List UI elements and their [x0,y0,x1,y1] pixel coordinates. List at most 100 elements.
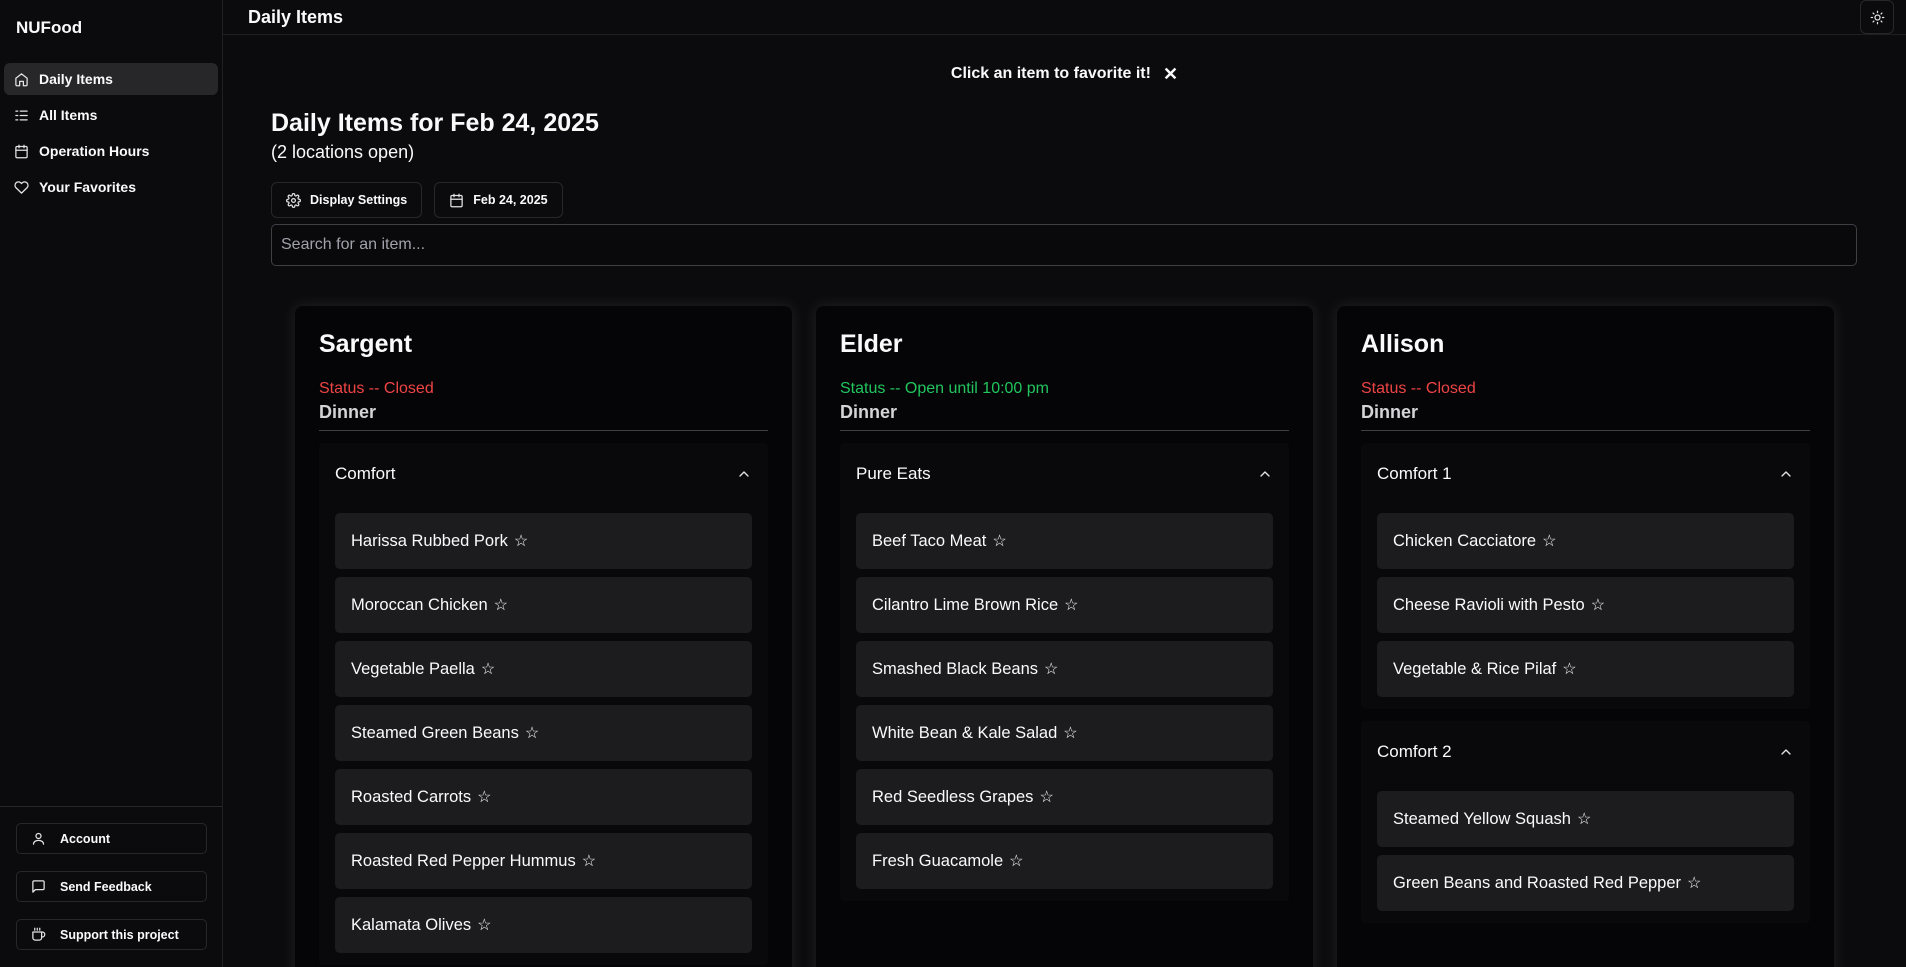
star-icon[interactable]: ☆ [1044,659,1058,679]
food-item[interactable]: Kalamata Olives ☆ [335,897,752,953]
star-icon[interactable]: ☆ [582,851,596,871]
date-picker-button[interactable]: Feb 24, 2025 [434,182,563,218]
location-status: Status -- Closed [319,380,434,397]
close-icon[interactable]: ✕ [1163,65,1178,83]
sidebar-item-all-items[interactable]: All Items [4,99,218,131]
item-list: Steamed Yellow Squash ☆ Green Beans and Ro… [1377,783,1794,923]
food-item[interactable]: Moroccan Chicken ☆ [335,577,752,633]
brand-logo[interactable]: NUFood [0,0,222,56]
star-icon[interactable]: ☆ [477,787,491,807]
locations-open-count: (2 locations open) [271,142,415,162]
location-cards: Sargent Status -- Closed Dinner Comfort Hari… [295,306,1858,967]
location-status: Status -- Closed [1361,380,1476,397]
food-item-label: Beef Taco Meat [872,531,987,550]
star-icon[interactable]: ☆ [1591,595,1605,615]
sidebar-item-label: Your Favorites [39,179,136,195]
star-icon[interactable]: ☆ [1064,595,1078,615]
food-item[interactable]: Steamed Yellow Squash ☆ [1377,791,1794,847]
food-item[interactable]: Red Seedless Grapes ☆ [856,769,1273,825]
food-item-label: Fresh Guacamole [872,851,1004,870]
food-item[interactable]: Smashed Black Beans ☆ [856,641,1273,697]
food-item[interactable]: Green Beans and Roasted Red Pepper ☆ [1377,855,1794,911]
main-area: Daily Items Click an item to favorite it… [223,0,1906,967]
sidebar-item-daily-items[interactable]: Daily Items [4,63,218,95]
top-bar: Daily Items [223,0,1906,35]
food-item-label: Cheese Ravioli with Pesto [1393,595,1585,614]
star-icon[interactable]: ☆ [1063,723,1077,743]
food-item-label: Roasted Red Pepper Hummus [351,851,576,870]
station-toggle[interactable]: Comfort 2 [1377,721,1794,783]
station-section: Pure Eats Beef Taco Meat ☆ Cilantro Lime Br… [840,443,1289,901]
star-icon[interactable]: ☆ [1687,873,1701,893]
station-name: Pure Eats [856,464,931,483]
star-icon[interactable]: ☆ [481,659,495,679]
food-item[interactable]: Vegetable Paella ☆ [335,641,752,697]
content: Click an item to favorite it! ✕ Daily It… [223,35,1906,967]
location-card-sargent: Sargent Status -- Closed Dinner Comfort Hari… [295,306,792,967]
sidebar: NUFood Daily Items All Items Operation H… [0,0,223,967]
food-item-label: Cilantro Lime Brown Rice [872,595,1059,614]
food-item-label: Roasted Carrots [351,787,472,806]
food-item[interactable]: Roasted Red Pepper Hummus ☆ [335,833,752,889]
star-icon[interactable]: ☆ [1009,851,1023,871]
food-item[interactable]: Chicken Cacciatore ☆ [1377,513,1794,569]
food-item[interactable]: Roasted Carrots ☆ [335,769,752,825]
meal-period: Dinner [319,402,768,431]
food-item-label: Steamed Yellow Squash [1393,809,1571,828]
station-toggle[interactable]: Comfort [335,443,752,505]
chevron-up-icon [739,471,749,477]
star-icon[interactable]: ☆ [1542,531,1556,551]
star-icon[interactable]: ☆ [494,595,508,615]
theme-toggle-button[interactable] [1860,0,1894,34]
location-name: Sargent [319,330,413,358]
display-settings-button[interactable]: Display Settings [271,182,423,218]
send-feedback-label: Send Feedback [60,879,152,894]
food-item-label: Moroccan Chicken [351,595,488,614]
support-project-label: Support this project [60,927,179,942]
daily-items-heading: Daily Items for Feb 24, 2025 [271,109,599,137]
sidebar-nav: Daily Items All Items Operation Hours Yo… [0,56,222,210]
star-icon[interactable]: ☆ [1039,787,1053,807]
food-item[interactable]: Fresh Guacamole ☆ [856,833,1273,889]
star-icon[interactable]: ☆ [514,531,528,551]
coffee-icon [32,927,46,941]
station-section: Comfort 1 Chicken Cacciatore ☆ Cheese Ravio… [1361,443,1810,709]
station-section: Comfort 2 Steamed Yellow Squash ☆ Green Bea… [1361,721,1810,923]
station-toggle[interactable]: Pure Eats [856,443,1273,505]
search-input[interactable] [271,224,1857,266]
sidebar-item-operation-hours[interactable]: Operation Hours [4,135,218,167]
send-feedback-button[interactable]: Send Feedback [16,871,207,902]
account-label: Account [60,831,110,846]
food-item-label: Green Beans and Roasted Red Pepper [1393,873,1682,892]
food-item[interactable]: Beef Taco Meat ☆ [856,513,1273,569]
gear-icon [286,192,301,208]
item-list: Beef Taco Meat ☆ Cilantro Lime Brown Rice ☆… [856,505,1273,901]
account-button[interactable]: Account [16,823,207,854]
food-item-label: White Bean & Kale Salad [872,723,1058,742]
support-project-button[interactable]: Support this project [16,919,207,950]
sidebar-item-your-favorites[interactable]: Your Favorites [4,171,218,203]
star-icon[interactable]: ☆ [477,915,491,935]
food-item[interactable]: White Bean & Kale Salad ☆ [856,705,1273,761]
item-list: Harissa Rubbed Pork ☆ Moroccan Chicken ☆ Veg… [335,505,752,965]
star-icon[interactable]: ☆ [525,723,539,743]
food-item[interactable]: Vegetable & Rice Pilaf ☆ [1377,641,1794,697]
station-name: Comfort [335,464,396,483]
food-item[interactable]: Cilantro Lime Brown Rice ☆ [856,577,1273,633]
star-icon[interactable]: ☆ [1562,659,1576,679]
banner-text: Click an item to favorite it! [950,64,1151,82]
station-toggle[interactable]: Comfort 1 [1377,443,1794,505]
food-item-label: Kalamata Olives [351,915,472,934]
food-item[interactable]: Steamed Green Beans ☆ [335,705,752,761]
food-item[interactable]: Cheese Ravioli with Pesto ☆ [1377,577,1794,633]
item-list: Chicken Cacciatore ☆ Cheese Ravioli with P… [1377,505,1794,709]
home-icon [15,72,28,86]
star-icon[interactable]: ☆ [1577,809,1591,829]
sidebar-item-label: Daily Items [39,71,113,87]
food-item[interactable]: Harissa Rubbed Pork ☆ [335,513,752,569]
star-icon[interactable]: ☆ [992,531,1006,551]
heart-icon [14,180,29,194]
sun-icon [1870,10,1884,24]
food-item-label: Harissa Rubbed Pork [351,531,508,550]
food-item-label: Steamed Green Beans [351,723,519,742]
